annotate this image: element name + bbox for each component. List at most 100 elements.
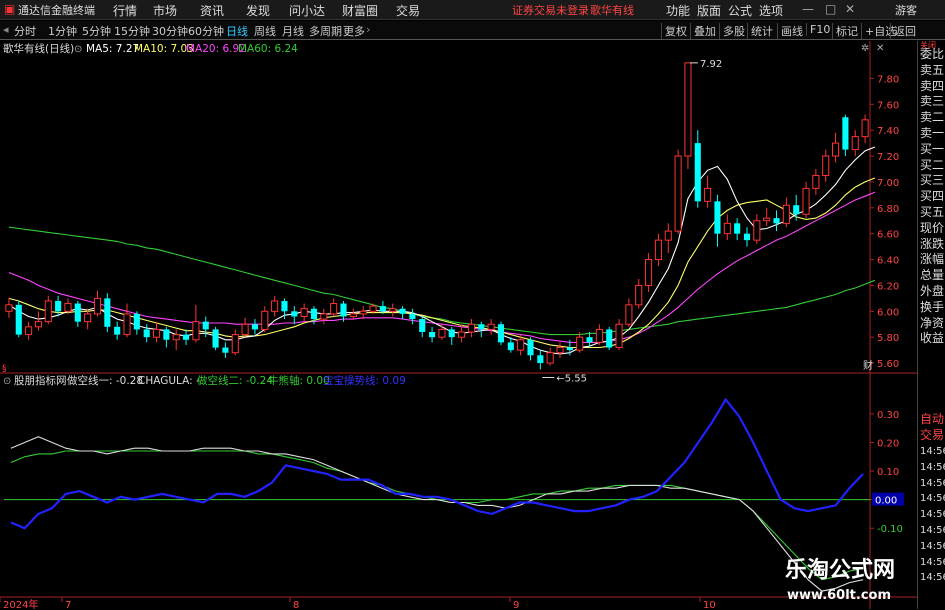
candle-body-down bbox=[114, 326, 121, 335]
quote-panel-item: 换手 bbox=[920, 299, 945, 314]
candle-body-down bbox=[222, 347, 229, 353]
ind-y-tick-label: 0.30 bbox=[877, 410, 899, 421]
watermark-url: www.60lt.com bbox=[787, 588, 891, 603]
candle-body-down bbox=[566, 347, 573, 351]
quote-panel-item: 外盘 bbox=[920, 284, 945, 298]
indicator-dropdown-icon[interactable]: ⊙ bbox=[3, 376, 11, 387]
more-chevron-icon[interactable]: › bbox=[366, 23, 370, 36]
statistics-button[interactable]: 统计 bbox=[747, 23, 773, 39]
x-tick-label: 7 bbox=[65, 600, 71, 609]
candle-body-down bbox=[55, 300, 62, 312]
candle-body-down bbox=[310, 308, 318, 320]
overlay-button[interactable]: 叠加 bbox=[690, 23, 716, 39]
candle-body-up bbox=[261, 310, 269, 330]
period-tab-timeshare[interactable]: 分时 bbox=[14, 23, 36, 39]
menu-item-function[interactable]: 功能 bbox=[666, 2, 690, 19]
f10-button[interactable]: F10 bbox=[806, 23, 830, 36]
x-tick-label: 9 bbox=[513, 600, 519, 609]
draw-line-button[interactable]: 画线 bbox=[777, 23, 803, 39]
candle-body-up bbox=[64, 303, 72, 312]
candle-body-down bbox=[340, 303, 347, 317]
mark-button[interactable]: 标记 bbox=[832, 23, 858, 39]
quote-panel-item: 卖一 bbox=[920, 126, 945, 140]
candle-body-down bbox=[527, 339, 534, 356]
menu-item-layout[interactable]: 版面 bbox=[697, 2, 721, 19]
period-tab-30min[interactable]: 30分钟 bbox=[152, 23, 188, 39]
adjust-button[interactable]: 复权 bbox=[661, 23, 687, 39]
quote-panel-item: 14:56 bbox=[920, 461, 945, 473]
candle-body-up bbox=[25, 326, 33, 336]
quote-panel-item: 卖三 bbox=[920, 94, 945, 109]
menu-item-options[interactable]: 选项 bbox=[759, 2, 783, 19]
period-tab-15min[interactable]: 15分钟 bbox=[114, 23, 150, 39]
candle-body-down bbox=[537, 355, 544, 364]
period-tab-1min[interactable]: 1分钟 bbox=[48, 23, 77, 39]
y-tick-label: 6.60 bbox=[877, 230, 899, 241]
y-tick-label: 7.80 bbox=[877, 74, 899, 85]
quote-panel-item: 收益 bbox=[920, 331, 945, 346]
watermark-title: 乐淘公式网 bbox=[785, 557, 895, 583]
candle-body-up bbox=[802, 187, 810, 215]
menu-item-formula[interactable]: 公式 bbox=[728, 2, 752, 19]
candle-body-up bbox=[241, 323, 249, 336]
menu-item-market[interactable]: 行情 bbox=[113, 2, 137, 19]
quote-panel-item: 14:56 bbox=[920, 477, 945, 489]
candle-body-down bbox=[478, 324, 485, 330]
candle-body-up bbox=[832, 142, 840, 157]
period-tab-60min[interactable]: 60分钟 bbox=[188, 23, 224, 39]
y-tick-label: 6.80 bbox=[877, 204, 899, 215]
y-tick-label: 6.00 bbox=[877, 307, 899, 318]
candle-body-up bbox=[5, 304, 13, 312]
y-tick-label: 6.40 bbox=[877, 256, 899, 267]
guest-label[interactable]: 游客 bbox=[895, 2, 917, 18]
menu-item-ask[interactable]: 问小达 bbox=[289, 2, 325, 19]
multi-stock-button[interactable]: 多股 bbox=[719, 23, 745, 39]
period-tab-more[interactable]: 更多 bbox=[343, 23, 365, 39]
candle-body-up bbox=[320, 313, 328, 320]
quote-panel-item: 委比 bbox=[920, 47, 945, 61]
period-tab-weekly[interactable]: 周线 bbox=[254, 23, 276, 39]
candle-body-up bbox=[782, 204, 790, 224]
minimize-icon[interactable]: — bbox=[802, 2, 814, 16]
candle-body-up bbox=[330, 303, 338, 315]
period-tab-5min[interactable]: 5分钟 bbox=[82, 23, 111, 39]
menu-item-wealth[interactable]: 财富圈 bbox=[342, 2, 378, 19]
ma10-label: MA10: 7.03 bbox=[134, 43, 194, 55]
indicator-green-line bbox=[10, 450, 864, 581]
ma5-label: MA5: 7.27 bbox=[86, 43, 139, 55]
restore-icon[interactable]: □ bbox=[825, 2, 836, 16]
login-status[interactable]: 证券交易未登录 bbox=[512, 2, 589, 18]
candle-body-up bbox=[861, 119, 869, 138]
chart-settings-icon[interactable]: ✲ bbox=[861, 43, 869, 54]
candle-body-up bbox=[635, 284, 643, 306]
candle-body-down bbox=[183, 334, 190, 340]
candle-body-up bbox=[753, 220, 761, 241]
period-tab-multi[interactable]: 多周期 bbox=[309, 23, 342, 39]
back-button[interactable]: 返回 bbox=[890, 23, 916, 39]
menu-item-markets[interactable]: 市场 bbox=[153, 2, 177, 19]
period-tab-monthly[interactable]: 月线 bbox=[282, 23, 304, 39]
quote-panel-item: 14:56 bbox=[920, 446, 945, 457]
chart-close-icon[interactable]: ✕ bbox=[876, 43, 884, 54]
indicator-panel bbox=[4, 397, 870, 592]
quote-panel-item: 卖二 bbox=[920, 110, 945, 125]
menu-item-discover[interactable]: 发现 bbox=[246, 2, 270, 19]
close-icon[interactable]: ✕ bbox=[845, 2, 855, 16]
quote-panel-item: 涨跌 bbox=[920, 236, 945, 251]
menu-item-news[interactable]: 资讯 bbox=[200, 2, 224, 19]
kline-chart[interactable]: 7.80 7.60 7.40 7.20 7.00 6.80 6.60 6.40 6.20 6.00… bbox=[0, 41, 917, 609]
quote-side-panel: 关闭 委比 卖五 卖四 卖三 卖二 卖一 买一 买二 买三 买四 买五 现价 涨跌 涨幅 总量 外盘 换手 净资收… bbox=[917, 41, 945, 609]
candle-body-up bbox=[152, 328, 161, 338]
candle-body-down bbox=[212, 329, 219, 348]
candle-body-up bbox=[271, 300, 279, 312]
menu-item-trade[interactable]: 交易 bbox=[396, 2, 420, 19]
candle-body-up bbox=[458, 331, 466, 338]
ma-dropdown-icon[interactable]: ⊙ bbox=[74, 44, 82, 55]
period-tab-daily[interactable]: 日线 bbox=[226, 23, 248, 39]
y-tick-label: 6.20 bbox=[877, 281, 899, 292]
candle-body-up bbox=[84, 313, 92, 323]
quote-panel-item: 涨幅 bbox=[920, 252, 945, 267]
high-label: 7.92 bbox=[700, 59, 722, 70]
indicator-label-short2: 做空线二: -0.24 bbox=[197, 374, 273, 387]
candle-body-up bbox=[349, 313, 357, 317]
